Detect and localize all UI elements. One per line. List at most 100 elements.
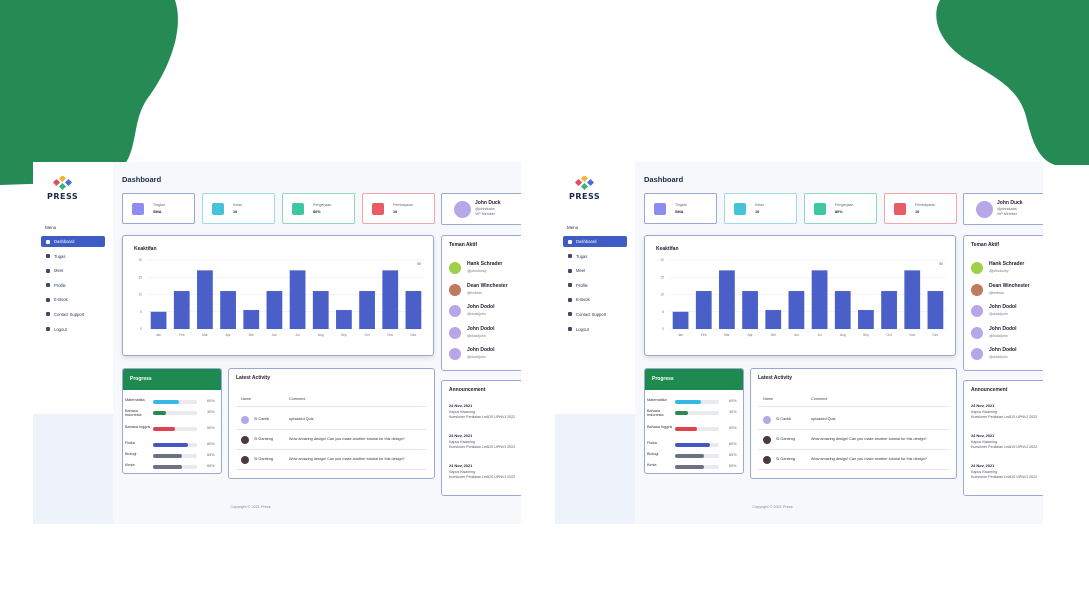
stat-value: 80% (835, 209, 843, 214)
avatar (449, 283, 461, 296)
friend-name: John Dodol (467, 325, 495, 332)
x-tick-label: Mar (202, 333, 209, 337)
y-tick-label: 10 (138, 293, 142, 297)
progress-track (153, 465, 197, 469)
friend-item[interactable]: John Dodol @dodoljohn (449, 303, 521, 321)
announcement-item[interactable]: 24 Nov, 2021 Kapus Kisaming Kuesioner Peni… (971, 403, 1043, 419)
announcement-date: 24 Nov, 2021 (971, 433, 995, 438)
friend-item[interactable]: John Dodol @dodoljohn (449, 325, 521, 343)
x-tick-label: Mar (724, 333, 731, 337)
sidebar-item-meet[interactable]: Meet (41, 265, 105, 276)
announcement-title: Announcement (449, 387, 486, 393)
progress-fill (153, 465, 182, 469)
friend-item[interactable]: Hank Schrader @johndunky (971, 260, 1043, 278)
presentation-canvas: PRESS Menu Dashboard Tugas Meet Profile E-Bo… (0, 0, 1089, 614)
friend-item[interactable]: John Dodol @dodoljohn (971, 303, 1043, 321)
table-row[interactable]: Si Ganteng Wow amazing design! Can you ma… (236, 434, 431, 446)
stat-card-kelas: Kelas 10 (724, 193, 797, 224)
sidebar-item-meet[interactable]: Meet (563, 265, 627, 276)
progress-fill (153, 443, 189, 447)
phone-icon (46, 312, 50, 317)
table-row[interactable]: Si Cantik uploaded Quiz (236, 414, 431, 426)
announcement-item[interactable]: 24 Nov, 2021 Kapus Kisaming Kuesioner Peni… (971, 433, 1043, 449)
friend-name: John Dodol (989, 325, 1017, 332)
friend-item[interactable]: Hank Schrader @johndunky (449, 260, 521, 278)
friend-item[interactable]: Dean Winchester @imdean (971, 282, 1043, 300)
friend-handle: @johndunky (467, 269, 487, 273)
progress-row: Bahasa Indonesia 30% (647, 409, 743, 419)
sidebar-item-logout[interactable]: Logout (563, 324, 627, 335)
sidebar-item-contact-support[interactable]: Contact Support (563, 309, 627, 320)
x-tick-label: Feb (701, 333, 707, 337)
progress-title: Progress (652, 376, 674, 382)
table-row[interactable]: Si Ganteng Wow amazing design! Can you ma… (758, 454, 953, 466)
announcement-item[interactable]: 24 Nov, 2021 Kapus Kisaming Kuesioner Peni… (449, 463, 521, 479)
profile-card[interactable]: John Duck @johnducks VIP Member (963, 193, 1043, 225)
x-tick-label: Nov (387, 333, 393, 337)
sidebar-item-dashboard[interactable]: Dashboard (41, 236, 105, 247)
profile-name: John Duck (997, 200, 1023, 206)
friend-name: Dean Winchester (989, 282, 1030, 289)
y-tick-label: 5 (140, 310, 142, 314)
activity-comment: uploaded Quiz (811, 417, 836, 421)
progress-header: Progress (123, 369, 221, 390)
activity-comment: uploaded Quiz (289, 417, 314, 421)
bar-dec (927, 291, 944, 329)
sidebar-bottom-panel (33, 414, 113, 524)
sidebar-item-tugas[interactable]: Tugas (563, 251, 627, 262)
stat-card-tingkat: Tingkat SMA (644, 193, 717, 224)
grid-icon (568, 239, 572, 244)
stat-card-pengerjaan: Pengerjaan 80% (804, 193, 877, 224)
sidebar-item-profile[interactable]: Profile (41, 280, 105, 291)
video-icon (568, 268, 572, 273)
chart-legend-label: 50 (417, 262, 421, 266)
sidebar-item-e-book[interactable]: E-Book (563, 294, 627, 305)
page-title: Dashboard (122, 175, 162, 184)
sidebar-item-logout[interactable]: Logout (41, 324, 105, 335)
bar-nov (382, 270, 399, 329)
progress-fill (675, 454, 704, 458)
x-tick-label: Apr (226, 333, 232, 337)
sidebar-item-label: E-Book (54, 297, 68, 303)
activity-bar-chart: Keaktifan 50 0 5 10 15 20 Jan Feb Mar Apr Mei Jun Jul… (656, 246, 947, 337)
friend-item[interactable]: Dean Winchester @imdean (449, 282, 521, 300)
sidebar-item-e-book[interactable]: E-Book (41, 294, 105, 305)
progress-label: Biologi (125, 452, 137, 456)
activity-title: Latest Activity (758, 375, 792, 381)
table-row[interactable]: Si Ganteng Wow amazing design! Can you ma… (758, 434, 953, 446)
y-tick-label: 5 (662, 310, 664, 314)
profile-card[interactable]: John Duck @johnducks VIP Member (441, 193, 521, 225)
avatar (763, 456, 771, 464)
announcement-date: 24 Nov, 2021 (449, 403, 473, 408)
sidebar-item-dashboard[interactable]: Dashboard (563, 236, 627, 247)
friend-handle: @imdean (467, 290, 483, 295)
progress-label: Biologi (647, 452, 659, 456)
progress-fill (675, 465, 704, 469)
page-title: Dashboard (644, 175, 684, 184)
progress-label: Kimia (647, 463, 657, 467)
friend-item[interactable]: John Dodol @dodoljohn (449, 346, 521, 364)
friend-handle: @johndunky (989, 269, 1009, 273)
announcement-text: Kuesioner Penilaian LeADS UPNVJ 2022 (971, 414, 1038, 419)
table-row[interactable]: Si Cantik uploaded Quiz (758, 414, 953, 426)
sidebar-item-tugas[interactable]: Tugas (41, 251, 105, 262)
friend-item[interactable]: John Dodol @dodoljohn (971, 325, 1043, 343)
progress-label: Bahasa Indonesia (125, 409, 142, 418)
announcement-item[interactable]: 24 Nov, 2021 Kapus Kisaming Kuesioner Peni… (971, 463, 1043, 479)
announcement-item[interactable]: 24 Nov, 2021 Kapus Kisaming Kuesioner Peni… (449, 403, 521, 419)
stat-card-pengerjaan: Pengerjaan 80% (282, 193, 355, 224)
progress-track (675, 400, 719, 404)
announcement-item[interactable]: 24 Nov, 2021 Kapus Kisaming Kuesioner Peni… (449, 433, 521, 449)
bar-apr (742, 291, 758, 329)
bar-feb (173, 291, 190, 329)
bar-dec (405, 291, 422, 329)
progress-value: 30% (729, 410, 737, 414)
progress-header: Progress (645, 369, 743, 390)
activity-comment: Wow amazing design! Can you make another… (289, 437, 405, 441)
latest-activity-card: Latest Activity Name Comment Si Cantik up… (750, 368, 957, 479)
sidebar-item-profile[interactable]: Profile (563, 280, 627, 291)
friend-item[interactable]: John Dodol @dodoljohn (971, 346, 1043, 364)
avatar (241, 416, 249, 424)
sidebar-item-contact-support[interactable]: Contact Support (41, 309, 105, 320)
table-row[interactable]: Si Ganteng Wow amazing design! Can you ma… (236, 454, 431, 466)
